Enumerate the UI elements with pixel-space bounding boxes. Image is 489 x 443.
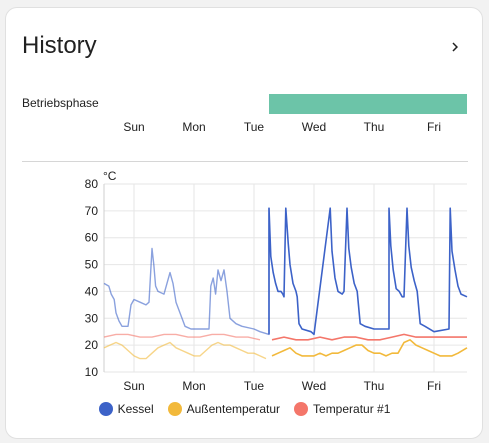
legend-dot (294, 402, 309, 416)
y-tick-label: 50 (85, 258, 99, 272)
legend-dot (167, 402, 182, 416)
y-tick-label: 20 (85, 338, 99, 352)
x-tick-label: Fri (427, 379, 441, 393)
legend-item[interactable]: Temperatur #1 (294, 402, 390, 416)
series-line-0[interactable] (103, 208, 270, 336)
series-line-2[interactable] (103, 333, 261, 341)
x-tick-label: Sun (123, 379, 144, 393)
y-tick-label: 60 (85, 231, 99, 245)
y-tick-label: 30 (85, 311, 99, 325)
series-line-1[interactable] (271, 339, 468, 357)
y-axis-unit: °C (103, 169, 117, 183)
x-tick-label: Wed (302, 379, 326, 393)
legend-label: Außentemperatur (186, 402, 281, 416)
series-line-2[interactable] (271, 333, 467, 341)
y-tick-label: 70 (85, 204, 99, 218)
y-tick-label: 40 (85, 284, 99, 298)
y-tick-label: 10 (85, 365, 99, 379)
legend-label: Temperatur #1 (313, 402, 391, 416)
x-tick-label: Tue (244, 379, 265, 393)
chart-legend: Kessel Außentemperatur Temperatur #1 (0, 402, 489, 416)
x-tick-label: Mon (182, 379, 205, 393)
legend-dot (98, 402, 113, 416)
series-line-0[interactable] (268, 207, 468, 336)
legend-item[interactable]: Kessel (98, 402, 154, 416)
line-chart: 10 20 30 40 50 60 70 80 Sun Mon Tue Wed Thu Fri °C (85, 169, 468, 393)
legend-item[interactable]: Außentemperatur (167, 402, 281, 416)
x-tick-label: Thu (364, 379, 385, 393)
y-tick-label: 80 (85, 177, 99, 191)
legend-label: Kessel (117, 402, 154, 416)
